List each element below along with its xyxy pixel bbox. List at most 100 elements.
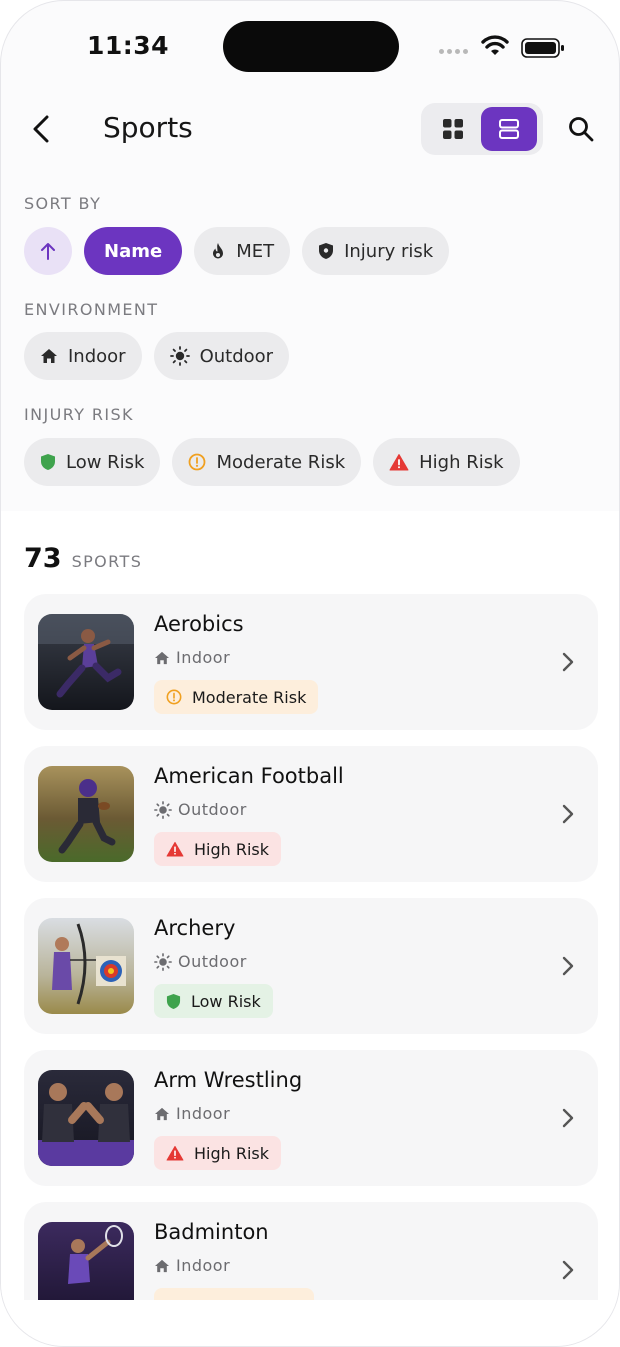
sport-thumbnail <box>38 614 134 710</box>
warning-circle-icon <box>166 689 182 705</box>
search-icon <box>569 117 594 142</box>
chevron-right-icon <box>558 1256 578 1284</box>
home-icon <box>155 651 169 664</box>
grid-view-button[interactable] <box>435 113 471 145</box>
chevron-right-icon <box>558 648 578 676</box>
results-count-number: 73 <box>24 543 62 574</box>
list-icon <box>499 119 519 139</box>
sport-environment: Indoor <box>154 1256 230 1275</box>
results-section: 73 SPORTS Aerobics Indoor Moderate Risk … <box>1 511 619 1346</box>
risk-badge-label: High Risk <box>194 839 270 859</box>
risk-badge-label: High Risk <box>194 1143 270 1163</box>
shield-icon <box>319 243 334 259</box>
risk-badge: Low Risk <box>154 984 273 1018</box>
sport-card-archery[interactable]: Archery Outdoor Low Risk <box>24 898 598 1034</box>
warning-triangle-icon <box>389 454 409 471</box>
risk-badge: Moderate Risk <box>154 680 319 714</box>
warning-triangle-icon <box>166 841 184 857</box>
risk-chip-high[interactable]: High Risk <box>373 438 520 486</box>
status-time: 11:34 <box>87 31 170 60</box>
grid-icon <box>443 119 463 139</box>
risk-badge <box>154 1288 314 1300</box>
home-icon <box>155 1107 169 1120</box>
sport-card-american-football[interactable]: American Football Outdoor High Risk <box>24 746 598 882</box>
sport-environment-label: Indoor <box>176 1256 231 1275</box>
home-icon <box>41 349 57 363</box>
sport-environment: Outdoor <box>154 952 247 971</box>
sport-card-aerobics[interactable]: Aerobics Indoor Moderate Risk <box>24 594 598 730</box>
list-view-button[interactable] <box>481 107 537 151</box>
phone-screen: 11:34 Sports SORT BY Name MET Injury ris… <box>0 0 620 1347</box>
sun-icon <box>154 952 172 971</box>
sport-environment: Outdoor <box>154 800 247 819</box>
risk-chip-high-label: High Risk <box>419 451 504 473</box>
sport-environment-label: Indoor <box>176 648 231 667</box>
env-chip-indoor[interactable]: Indoor <box>24 332 142 380</box>
sport-environment-label: Outdoor <box>178 952 247 971</box>
sport-name: American Football <box>154 764 344 788</box>
sport-name: Badminton <box>154 1220 269 1244</box>
sport-environment-label: Indoor <box>176 1104 231 1123</box>
battery-icon <box>521 38 565 62</box>
risk-chip-low[interactable]: Low Risk <box>24 438 161 486</box>
chevron-left-icon <box>33 115 49 143</box>
chevron-right-icon <box>558 1104 578 1132</box>
status-bar: 11:34 <box>1 1 619 91</box>
sort-chip-injury-risk[interactable]: Injury risk <box>302 227 450 275</box>
sort-chip-row: Name MET Injury risk <box>24 227 450 275</box>
sun-icon <box>154 800 172 819</box>
home-icon <box>155 1259 169 1272</box>
risk-badge: High Risk <box>154 832 282 866</box>
environment-label: ENVIRONMENT <box>24 300 159 319</box>
sport-thumbnail <box>38 1070 134 1166</box>
sport-card-arm-wrestling[interactable]: Arm Wrestling Indoor High Risk <box>24 1050 598 1186</box>
env-chip-outdoor-label: Outdoor <box>199 345 274 367</box>
env-chip-indoor-label: Indoor <box>68 345 126 367</box>
sort-by-label: SORT BY <box>24 194 102 213</box>
risk-badge: High Risk <box>154 1136 282 1170</box>
injury-risk-chip-row: Low Risk Moderate Risk High Risk <box>24 438 520 486</box>
injury-risk-label: INJURY RISK <box>24 405 134 424</box>
sort-chip-met[interactable]: MET <box>194 227 291 275</box>
shield-green-icon <box>41 454 55 470</box>
chevron-right-icon <box>558 952 578 980</box>
page-title: Sports <box>103 111 193 144</box>
sport-name: Arm Wrestling <box>154 1068 303 1092</box>
risk-chip-low-label: Low Risk <box>66 451 145 473</box>
sport-name: Aerobics <box>154 612 244 636</box>
sport-thumbnail <box>38 918 134 1014</box>
sort-chip-injury-risk-label: Injury risk <box>344 240 434 262</box>
back-button[interactable] <box>23 109 59 149</box>
risk-badge-label: Moderate Risk <box>192 687 307 707</box>
warning-triangle-icon <box>166 1145 184 1161</box>
sport-card-badminton[interactable]: Badminton Indoor <box>24 1202 598 1300</box>
risk-badge-label: Low Risk <box>191 991 261 1011</box>
results-count: 73 SPORTS <box>24 543 142 574</box>
search-button[interactable] <box>563 111 599 147</box>
arrow-up-icon <box>41 243 55 260</box>
dynamic-island <box>223 21 399 72</box>
risk-chip-moderate-label: Moderate Risk <box>216 451 346 473</box>
sort-chip-name-label: Name <box>104 240 163 262</box>
sort-chip-name[interactable]: Name <box>84 227 183 275</box>
shield-green-icon <box>166 993 181 1009</box>
sport-environment: Indoor <box>154 1104 230 1123</box>
sport-thumbnail <box>38 766 134 862</box>
app-header: Sports <box>1 97 619 161</box>
sport-environment: Indoor <box>154 648 230 667</box>
sun-icon <box>169 346 190 366</box>
view-mode-toggle <box>421 103 543 155</box>
cellular-signal-icon <box>439 49 468 54</box>
env-chip-outdoor[interactable]: Outdoor <box>153 332 290 380</box>
sport-name: Archery <box>154 916 236 940</box>
sort-direction-button[interactable] <box>24 227 72 275</box>
warning-circle-icon <box>189 453 206 471</box>
sports-list: Aerobics Indoor Moderate Risk American F… <box>24 594 598 1300</box>
environment-chip-row: Indoor Outdoor <box>24 332 290 380</box>
results-count-label: SPORTS <box>71 552 143 571</box>
sport-environment-label: Outdoor <box>178 800 247 819</box>
flame-icon <box>213 243 224 259</box>
risk-chip-moderate[interactable]: Moderate Risk <box>172 438 362 486</box>
chevron-right-icon <box>558 800 578 828</box>
wifi-icon <box>481 35 509 61</box>
